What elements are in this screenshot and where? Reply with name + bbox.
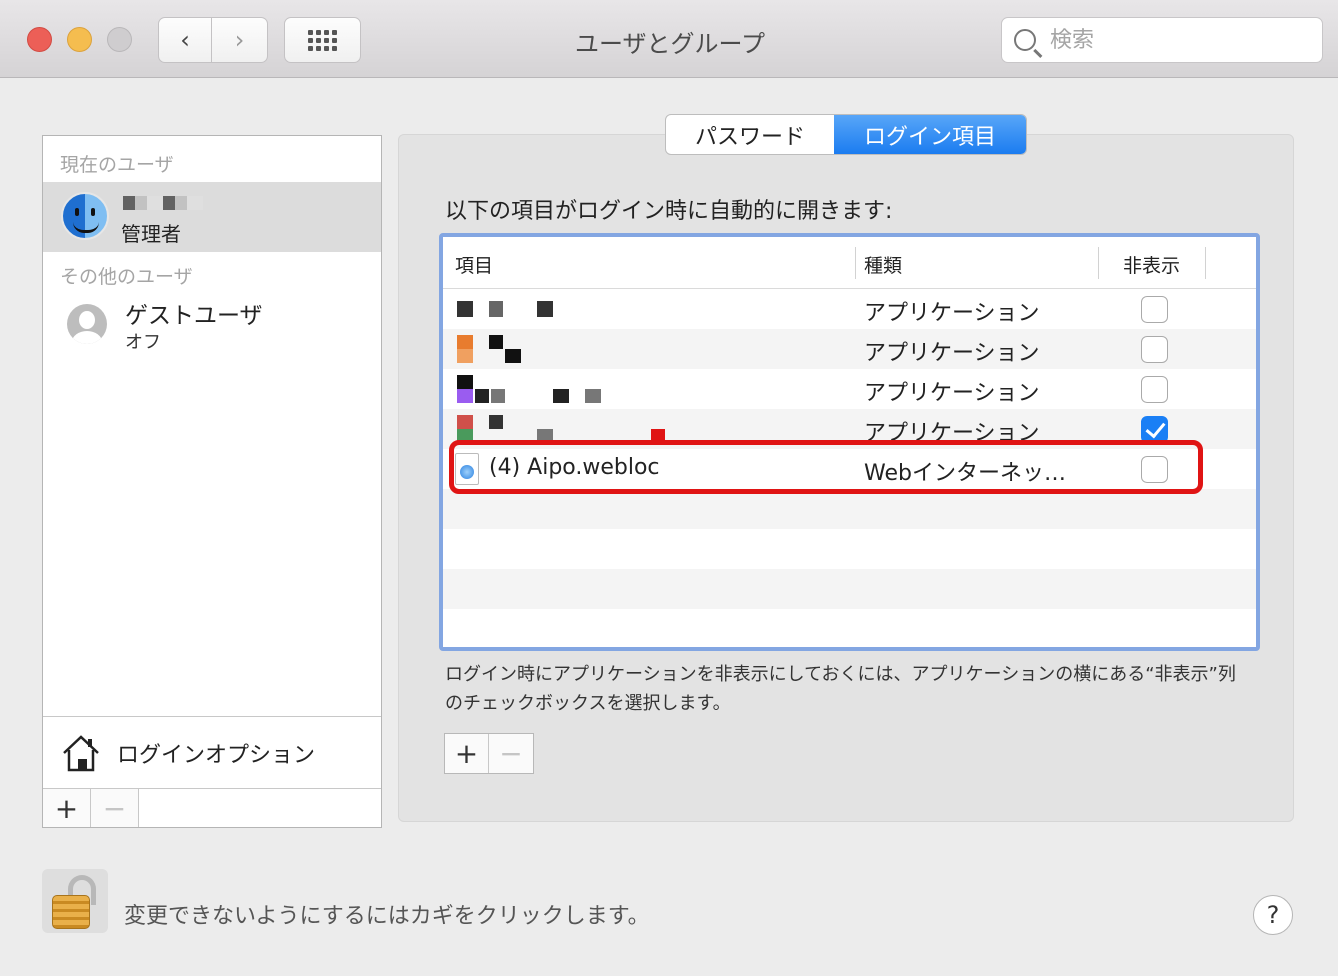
remove-login-item-button[interactable]: − (489, 734, 533, 773)
user-name-redacted (123, 196, 203, 210)
user-role: 管理者 (121, 222, 181, 246)
sidebar-item-guest-user[interactable]: ゲストユーザ オフ (43, 294, 381, 354)
column-header-hide[interactable]: 非表示 (1123, 251, 1180, 278)
grid-icon (308, 29, 337, 51)
item-name-redacted (455, 415, 695, 443)
table-header: 項目 種類 非表示 (443, 237, 1256, 289)
table-row[interactable]: アプリケーション (443, 329, 1256, 369)
column-header-item[interactable]: 項目 (455, 251, 493, 278)
item-kind: Webインターネッ… (864, 461, 1066, 486)
lock-text: 変更できないようにするにはカギをクリックします。 (124, 904, 650, 929)
item-kind: アプリケーション (864, 341, 1040, 366)
other-users-header: その他のユーザ (60, 266, 193, 288)
login-options-label: ログインオプション (117, 742, 316, 768)
hide-checkbox[interactable] (1141, 296, 1168, 323)
chevron-left-icon: ‹ (180, 26, 190, 54)
window-title: ユーザとグループ (574, 30, 766, 58)
item-name-redacted (455, 335, 695, 363)
tab-login-items[interactable]: ログイン項目 (834, 115, 1026, 154)
webloc-file-icon (455, 453, 479, 485)
title-bar: ‹ › ユーザとグループ (0, 0, 1338, 78)
back-button[interactable]: ‹ (158, 17, 212, 63)
lock-button[interactable] (42, 869, 108, 933)
hide-checkbox[interactable] (1141, 376, 1168, 403)
hide-checkbox[interactable] (1141, 336, 1168, 363)
item-kind: アプリケーション (864, 421, 1040, 446)
table-row-webloc[interactable]: (4) Aipo.webloc Webインターネッ… (443, 449, 1256, 489)
table-row[interactable]: アプリケーション (443, 409, 1256, 449)
item-kind: アプリケーション (864, 381, 1040, 406)
empty-row (443, 489, 1256, 529)
search-input[interactable] (1050, 27, 1300, 53)
empty-row (443, 569, 1256, 609)
table-row[interactable]: アプリケーション (443, 289, 1256, 329)
hide-checkbox[interactable] (1141, 456, 1168, 483)
tab-bar: パスワード ログイン項目 (665, 114, 1027, 155)
guest-avatar-icon (67, 304, 107, 344)
login-options-button[interactable]: ログインオプション (43, 716, 381, 788)
search-icon (1014, 29, 1036, 51)
users-sidebar: 現在のユーザ 管理者 その他のユーザ ゲストユーザ オフ ログインオプション +… (42, 135, 382, 828)
forward-button[interactable]: › (212, 17, 268, 63)
login-items-add-remove: + − (444, 733, 534, 774)
add-login-item-button[interactable]: + (445, 734, 489, 773)
table-row[interactable]: アプリケーション (443, 369, 1256, 409)
item-name: (4) Aipo.webloc (489, 455, 660, 480)
empty-row (443, 609, 1256, 647)
hide-hint-text: ログイン時にアプリケーションを非表示にしておくには、アプリケーションの横にある“… (445, 664, 1236, 714)
finder-icon (61, 192, 109, 240)
item-kind: アプリケーション (864, 301, 1040, 326)
close-window-button[interactable] (27, 27, 52, 52)
login-items-description: 以下の項目がログイン時に自動的に開きます: (445, 199, 893, 224)
empty-row (443, 529, 1256, 569)
house-icon (61, 733, 101, 773)
add-user-button[interactable]: + (43, 789, 91, 827)
chevron-right-icon: › (234, 26, 245, 54)
login-items-table[interactable]: 項目 種類 非表示 アプリケーション アプリケーション アプリケーション アプリ… (439, 233, 1260, 651)
tab-password[interactable]: パスワード (666, 115, 834, 154)
minimize-window-button[interactable] (67, 27, 92, 52)
guest-user-name: ゲストユーザ (125, 303, 263, 329)
hide-checkbox-checked[interactable] (1141, 416, 1168, 443)
help-button[interactable]: ? (1253, 895, 1293, 935)
current-user-header: 現在のユーザ (60, 154, 174, 176)
zoom-window-button[interactable] (107, 27, 132, 52)
search-field[interactable] (1001, 17, 1323, 63)
column-header-kind[interactable]: 種類 (864, 251, 902, 278)
remove-user-button[interactable]: − (91, 789, 139, 827)
lock-body-icon (52, 895, 90, 929)
item-name-redacted (455, 375, 695, 403)
sidebar-item-current-user[interactable]: 管理者 (43, 182, 381, 252)
sidebar-add-remove-bar: + − (43, 788, 381, 827)
show-all-button[interactable] (284, 17, 361, 63)
item-name-redacted (455, 295, 695, 323)
guest-user-status: オフ (125, 332, 161, 353)
